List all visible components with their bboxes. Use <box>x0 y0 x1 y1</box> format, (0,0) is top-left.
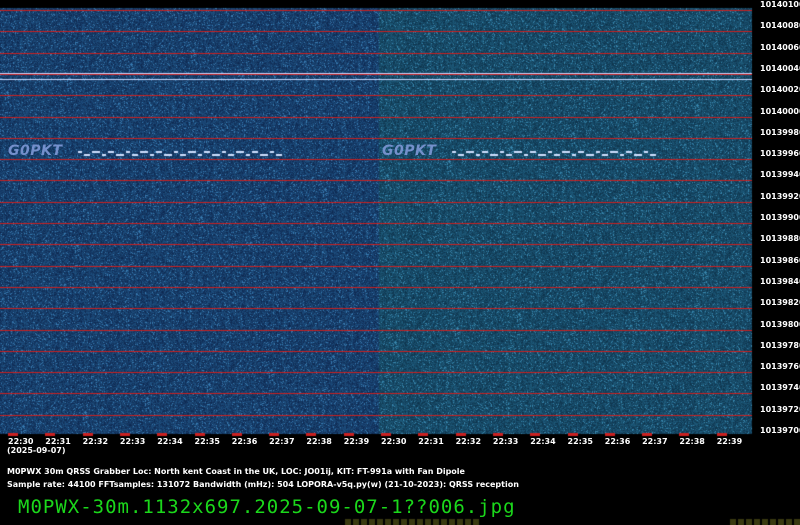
time-tick-label: 22:31 <box>418 437 444 446</box>
signal-label-right: G0PKT <box>382 143 437 159</box>
frequency-tick-label: 10139880 <box>760 234 800 244</box>
time-tick-label: 22:37 <box>269 437 295 446</box>
reception-settings-line: Sample rate: 44100 FFTsamples: 131072 Ba… <box>7 480 519 489</box>
date-label: (2025-09-07) <box>7 446 66 455</box>
time-tick-label: 22:38 <box>679 437 705 446</box>
frequency-tick-label: 10139920 <box>760 191 800 201</box>
time-tick-label: 22:34 <box>530 437 556 446</box>
time-tick-label: 22:39 <box>343 437 370 446</box>
time-tick-label: 22:35 <box>194 437 220 446</box>
time-tick-label: 22:39 <box>716 437 743 446</box>
frequency-tick-label: 10139700 <box>760 426 800 435</box>
time-tick-label: 22:37 <box>642 437 668 446</box>
time-tick-label: 22:35 <box>567 437 593 446</box>
frequency-tick-label: 10139720 <box>760 404 800 414</box>
time-tick-label: 22:30 <box>8 437 34 446</box>
time-tick-label: 22:36 <box>604 437 631 446</box>
grabber-info-line: M0PWX 30m QRSS Grabber Loc: North kent C… <box>7 467 465 476</box>
image-filename: M0PWX-30m.1132x697.2025-09-07-1??006.jpg <box>18 496 516 518</box>
frequency-tick-label: 10140100 <box>760 0 800 9</box>
time-tick-label: 22:34 <box>157 437 183 446</box>
frequency-tick-label: 10140020 <box>760 85 800 95</box>
frequency-tick-label: 10139740 <box>760 383 800 393</box>
frequency-tick-label: 10139780 <box>760 340 800 350</box>
time-tick-label: 22:33 <box>492 437 519 446</box>
frequency-tick-label: 10139900 <box>760 213 800 222</box>
frequency-tick-label: 10139760 <box>760 362 800 372</box>
time-tick-label: 22:31 <box>45 437 71 446</box>
signal-label-left: G0PKT <box>8 143 63 159</box>
frequency-tick-label: 10140000 <box>760 106 800 116</box>
waterfall-spectrogram <box>0 0 800 525</box>
frequency-tick-label: 10139800 <box>760 319 800 329</box>
frequency-tick-label: 10140080 <box>760 21 800 31</box>
time-tick-label: 22:38 <box>306 437 332 446</box>
frequency-tick-label: 10139840 <box>760 276 800 286</box>
frequency-tick-label: 10140040 <box>760 63 800 73</box>
time-tick-label: 22:30 <box>381 437 407 446</box>
time-tick-label: 22:32 <box>82 437 109 446</box>
frequency-tick-label: 10139860 <box>760 255 800 265</box>
frequency-tick-label: 10139960 <box>760 149 800 159</box>
frequency-tick-label: 10139940 <box>760 170 800 180</box>
time-tick-label: 22:36 <box>231 437 258 446</box>
frequency-tick-label: 10140060 <box>760 42 800 52</box>
time-tick-label: 22:33 <box>119 437 146 446</box>
frequency-tick-label: 10139980 <box>760 127 800 137</box>
frequency-tick-label: 10139820 <box>760 298 800 308</box>
time-tick-label: 22:32 <box>455 437 482 446</box>
